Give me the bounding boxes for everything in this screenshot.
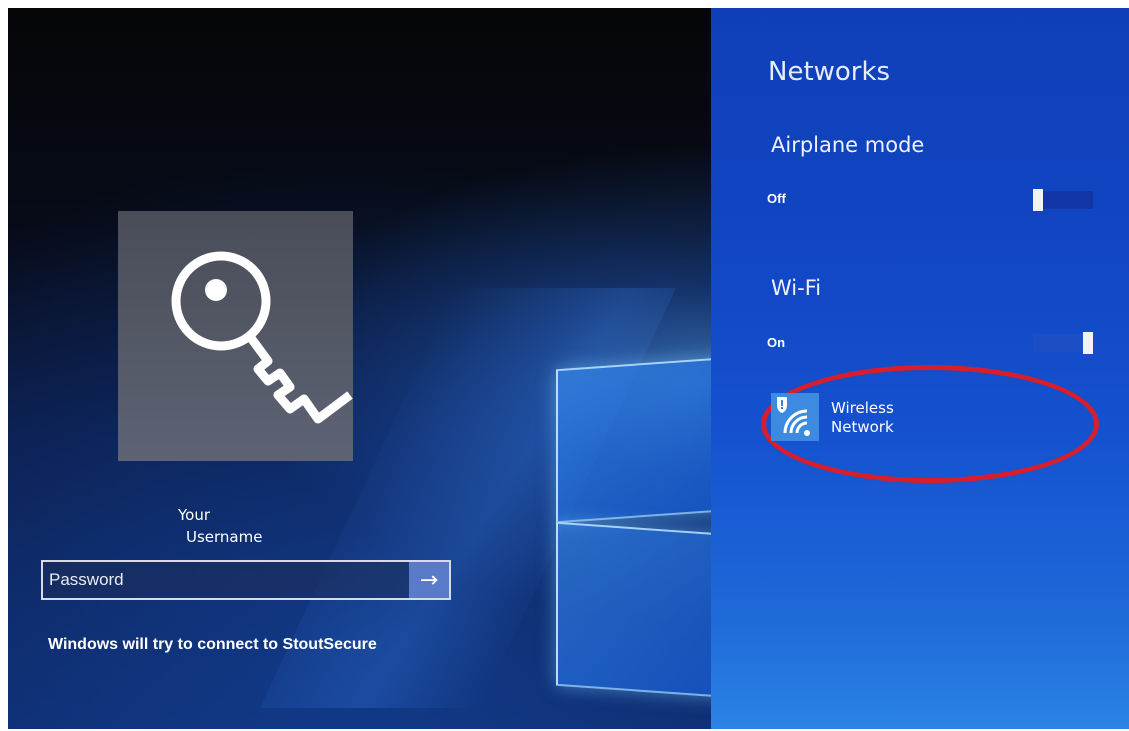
windows-logo-pane-top xyxy=(556,356,733,524)
network-name-line-1: Wireless xyxy=(831,399,894,417)
panel-title: Networks xyxy=(768,57,891,87)
password-field-container: → xyxy=(41,560,451,600)
username-line-2: Username xyxy=(186,528,263,546)
connect-message: Windows will try to connect to StoutSecu… xyxy=(48,636,377,653)
airplane-mode-toggle[interactable] xyxy=(1033,189,1093,211)
key-icon xyxy=(171,251,353,424)
network-name: Wireless Network xyxy=(831,399,894,437)
wifi-secured-icon xyxy=(771,393,819,441)
arrow-right-icon: → xyxy=(419,567,439,593)
username-line-1: Your xyxy=(178,506,211,524)
network-name-line-2: Network xyxy=(831,418,894,436)
wifi-toggle[interactable] xyxy=(1033,332,1093,354)
user-avatar-tile xyxy=(118,211,353,461)
airplane-mode-state: Off xyxy=(767,191,786,206)
lock-screen: Your Username → Windows will try to conn… xyxy=(8,8,1129,729)
wifi-state: On xyxy=(767,335,786,350)
wireless-network-item[interactable]: Wireless Network xyxy=(761,365,1099,483)
wifi-label: Wi-Fi xyxy=(771,276,822,300)
toggle-knob xyxy=(1083,332,1093,354)
username-label: Your Username xyxy=(178,504,262,548)
airplane-mode-label: Airplane mode xyxy=(771,133,925,157)
toggle-knob xyxy=(1033,189,1043,211)
windows-logo-pane-bottom xyxy=(556,521,733,699)
networks-panel: Networks Airplane mode Off Wi-Fi On Wire… xyxy=(711,8,1129,729)
password-input[interactable] xyxy=(43,561,409,599)
submit-button[interactable]: → xyxy=(409,562,449,598)
